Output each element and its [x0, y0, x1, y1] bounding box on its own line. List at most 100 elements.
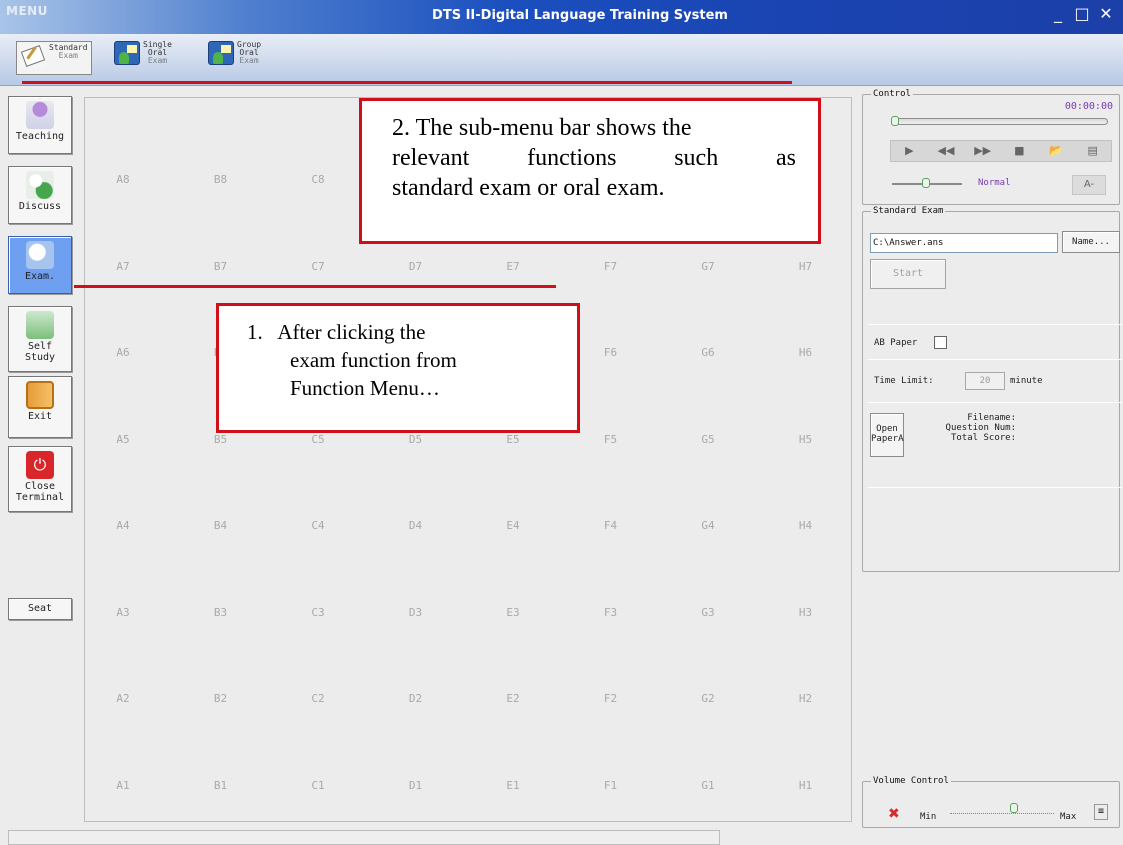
seat-F2[interactable]: F2 [586, 692, 636, 705]
start-button[interactable]: Start [870, 259, 946, 289]
seat-H6[interactable]: H6 [781, 346, 831, 359]
open-paper-a-button[interactable]: Open PaperA [870, 413, 904, 457]
seat-D5[interactable]: D5 [391, 433, 441, 446]
sidebar-item-label: Self [27, 341, 53, 352]
submenu-group-oral-exam[interactable]: Group Oral Exam [208, 41, 261, 75]
equalizer-icon[interactable]: ≡ [1094, 804, 1108, 820]
divider [868, 324, 1122, 325]
open-folder-icon[interactable]: 📂 [1038, 141, 1075, 161]
seat-B8[interactable]: B8 [196, 173, 246, 186]
seat-F1[interactable]: F1 [586, 779, 636, 792]
standard-exam-legend: Standard Exam [873, 206, 944, 216]
volume-legend: Volume Control [873, 776, 949, 786]
seat-C4[interactable]: C4 [293, 519, 343, 532]
seat-F6[interactable]: F6 [586, 346, 636, 359]
seat-H4[interactable]: H4 [781, 519, 831, 532]
seat-B7[interactable]: B7 [196, 260, 246, 273]
name-button[interactable]: Name... [1062, 231, 1120, 253]
seat-C7[interactable]: C7 [293, 260, 343, 273]
close-icon[interactable]: ✕ [1097, 4, 1115, 23]
sidebar-item-discuss[interactable]: Discuss [8, 166, 72, 224]
seat-H2[interactable]: H2 [781, 692, 831, 705]
sidebar-item-label: Exam. [24, 271, 56, 282]
volume-thumb[interactable] [1010, 803, 1018, 813]
control-legend: Control [873, 89, 911, 99]
stop-icon[interactable]: ■ [1001, 141, 1038, 161]
seat-C5[interactable]: C5 [293, 433, 343, 446]
seat-B5[interactable]: B5 [196, 433, 246, 446]
sidebar-item-self-study[interactable]: Self Study [8, 306, 72, 372]
seat-D4[interactable]: D4 [391, 519, 441, 532]
seat-C8[interactable]: C8 [293, 173, 343, 186]
seat-B3[interactable]: B3 [196, 606, 246, 619]
paper-a-label: PaperA [871, 434, 904, 444]
maximize-icon[interactable]: □ [1073, 4, 1091, 23]
seat-A4[interactable]: A4 [98, 519, 148, 532]
seat-G1[interactable]: G1 [683, 779, 733, 792]
seat-F4[interactable]: F4 [586, 519, 636, 532]
question-num-label: Question Num: [945, 423, 1016, 433]
seat-F5[interactable]: F5 [586, 433, 636, 446]
seat-G5[interactable]: G5 [683, 433, 733, 446]
seat-F3[interactable]: F3 [586, 606, 636, 619]
seat-A7[interactable]: A7 [98, 260, 148, 273]
minimize-icon[interactable]: _ [1049, 4, 1067, 23]
seat-D7[interactable]: D7 [391, 260, 441, 273]
submenu-single-oral-exam[interactable]: Single Oral Exam [114, 41, 172, 75]
seat-H7[interactable]: H7 [781, 260, 831, 273]
seat-G4[interactable]: G4 [683, 519, 733, 532]
sidebar-item-close-terminal[interactable]: ⏻ Close Terminal [8, 446, 72, 512]
seat-A1[interactable]: A1 [98, 779, 148, 792]
seat-B2[interactable]: B2 [196, 692, 246, 705]
seat-E3[interactable]: E3 [488, 606, 538, 619]
progress-slider[interactable] [891, 116, 1108, 126]
submenu-standard-exam[interactable]: Standard Exam [16, 41, 92, 75]
fast-forward-icon[interactable]: ▶▶ [964, 141, 1001, 161]
seat-C3[interactable]: C3 [293, 606, 343, 619]
ab-paper-checkbox[interactable] [934, 336, 947, 349]
seat-C1[interactable]: C1 [293, 779, 343, 792]
seat-C2[interactable]: C2 [293, 692, 343, 705]
seat-G7[interactable]: G7 [683, 260, 733, 273]
seat-A8[interactable]: A8 [98, 173, 148, 186]
seat-button[interactable]: Seat [8, 598, 72, 620]
seat-A6[interactable]: A6 [98, 346, 148, 359]
speed-slider[interactable] [892, 178, 962, 188]
seat-A5[interactable]: A5 [98, 433, 148, 446]
answer-path-input[interactable]: C:\Answer.ans [870, 233, 1058, 253]
book-icon [20, 44, 46, 68]
seat-E4[interactable]: E4 [488, 519, 538, 532]
seat-E2[interactable]: E2 [488, 692, 538, 705]
seat-E5[interactable]: E5 [488, 433, 538, 446]
seat-F7[interactable]: F7 [586, 260, 636, 273]
seat-H1[interactable]: H1 [781, 779, 831, 792]
seat-A2[interactable]: A2 [98, 692, 148, 705]
sidebar-item-exit[interactable]: Exit [8, 376, 72, 438]
font-size-button[interactable]: A- [1072, 175, 1106, 195]
seat-D3[interactable]: D3 [391, 606, 441, 619]
mute-icon[interactable]: ✖ [888, 806, 900, 822]
seat-H3[interactable]: H3 [781, 606, 831, 619]
seat-B1[interactable]: B1 [196, 779, 246, 792]
seat-G2[interactable]: G2 [683, 692, 733, 705]
seat-E7[interactable]: E7 [488, 260, 538, 273]
seat-A3[interactable]: A3 [98, 606, 148, 619]
time-limit-input[interactable]: 20 [965, 372, 1005, 390]
seat-H5[interactable]: H5 [781, 433, 831, 446]
volume-slider[interactable] [950, 803, 1054, 814]
submenu-label: Exam [239, 56, 259, 65]
menu-label[interactable]: MENU [6, 4, 76, 20]
progress-thumb[interactable] [891, 116, 899, 126]
seat-D2[interactable]: D2 [391, 692, 441, 705]
seat-E1[interactable]: E1 [488, 779, 538, 792]
speed-thumb[interactable] [922, 178, 930, 188]
seat-B4[interactable]: B4 [196, 519, 246, 532]
sidebar-item-teaching[interactable]: Teaching [8, 96, 72, 154]
copy-icon[interactable]: ▤ [1074, 141, 1111, 161]
seat-D1[interactable]: D1 [391, 779, 441, 792]
seat-G3[interactable]: G3 [683, 606, 733, 619]
sidebar-item-exam[interactable]: Exam. [8, 236, 72, 294]
play-icon[interactable]: ▶ [891, 141, 928, 161]
rewind-icon[interactable]: ◀◀ [928, 141, 965, 161]
seat-G6[interactable]: G6 [683, 346, 733, 359]
